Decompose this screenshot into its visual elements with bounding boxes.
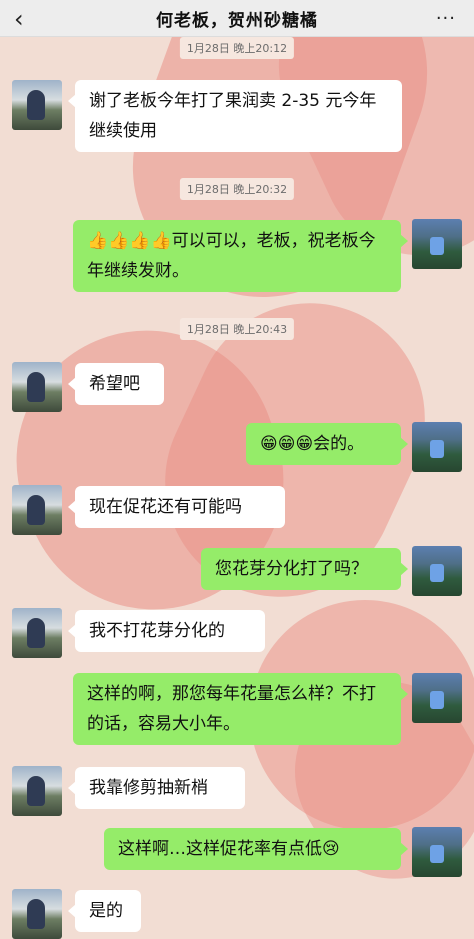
my-avatar[interactable] <box>412 219 462 269</box>
message-timestamp: 1月28日 晚上20:43 <box>179 318 295 340</box>
my-avatar[interactable] <box>412 422 462 472</box>
contact-avatar[interactable] <box>12 362 62 412</box>
more-options-icon[interactable]: ··· <box>436 8 456 29</box>
chat-title: 何老板，贺州砂糖橘 <box>156 10 318 31</box>
outgoing-message-bubble[interactable]: 您花芽分化打了吗？ <box>201 548 408 590</box>
message-text: 我靠修剪抽新梢 <box>89 778 208 798</box>
message-list[interactable]: 1月28日 晚上20:12 谢了老板今年打了果润卖 2-35 元今年继续使用 1… <box>0 0 474 939</box>
contact-avatar[interactable] <box>12 485 62 535</box>
message-text: 希望吧 <box>89 374 140 394</box>
chat-header: ‹ 何老板，贺州砂糖橘 ··· <box>0 0 474 37</box>
my-avatar[interactable] <box>412 673 462 723</box>
outgoing-message-bubble[interactable]: 👍👍👍👍可以可以，老板，祝老板今年继续发财。 <box>73 220 408 292</box>
message-text: 现在促花还有可能吗 <box>89 497 242 517</box>
my-avatar[interactable] <box>412 827 462 877</box>
message-text: 这样啊…这样促花率有点低 <box>118 839 322 859</box>
incoming-message-bubble[interactable]: 现在促花还有可能吗 <box>68 486 285 528</box>
message-timestamp: 1月28日 晚上20:32 <box>179 178 295 200</box>
crying-face-emoji-icon: 😢 <box>322 839 340 859</box>
contact-avatar[interactable] <box>12 889 62 939</box>
contact-avatar[interactable] <box>12 608 62 658</box>
incoming-message-bubble[interactable]: 是的 <box>68 890 141 932</box>
message-text: 您花芽分化打了吗？ <box>215 559 368 579</box>
message-timestamp: 1月28日 晚上20:12 <box>179 37 295 59</box>
message-text: 谢了老板今年打了果润卖 2-35 元今年继续使用 <box>89 91 377 141</box>
back-icon[interactable]: ‹ <box>14 5 24 33</box>
outgoing-message-bubble[interactable]: 这样的啊，那您每年花量怎么样？不打的话，容易大小年。 <box>73 673 408 745</box>
outgoing-message-bubble[interactable]: 这样啊…这样促花率有点低😢 <box>104 828 408 870</box>
my-avatar[interactable] <box>412 546 462 596</box>
message-text: 我不打花芽分化的 <box>89 621 225 641</box>
message-text: 这样的啊，那您每年花量怎么样？不打的话，容易大小年。 <box>87 684 376 734</box>
incoming-message-bubble[interactable]: 我靠修剪抽新梢 <box>68 767 245 809</box>
contact-avatar[interactable] <box>12 80 62 130</box>
outgoing-message-bubble[interactable]: 😁😁😁会的。 <box>246 423 408 465</box>
message-text: 会的。 <box>313 434 365 454</box>
incoming-message-bubble[interactable]: 我不打花芽分化的 <box>68 610 265 652</box>
contact-avatar[interactable] <box>12 766 62 816</box>
grinning-face-emoji-icon: 😁😁😁 <box>260 434 314 454</box>
message-text: 是的 <box>89 901 123 921</box>
incoming-message-bubble[interactable]: 希望吧 <box>68 363 164 405</box>
thumbs-up-emoji-icon: 👍👍👍👍 <box>87 231 172 251</box>
incoming-message-bubble[interactable]: 谢了老板今年打了果润卖 2-35 元今年继续使用 <box>68 80 402 152</box>
